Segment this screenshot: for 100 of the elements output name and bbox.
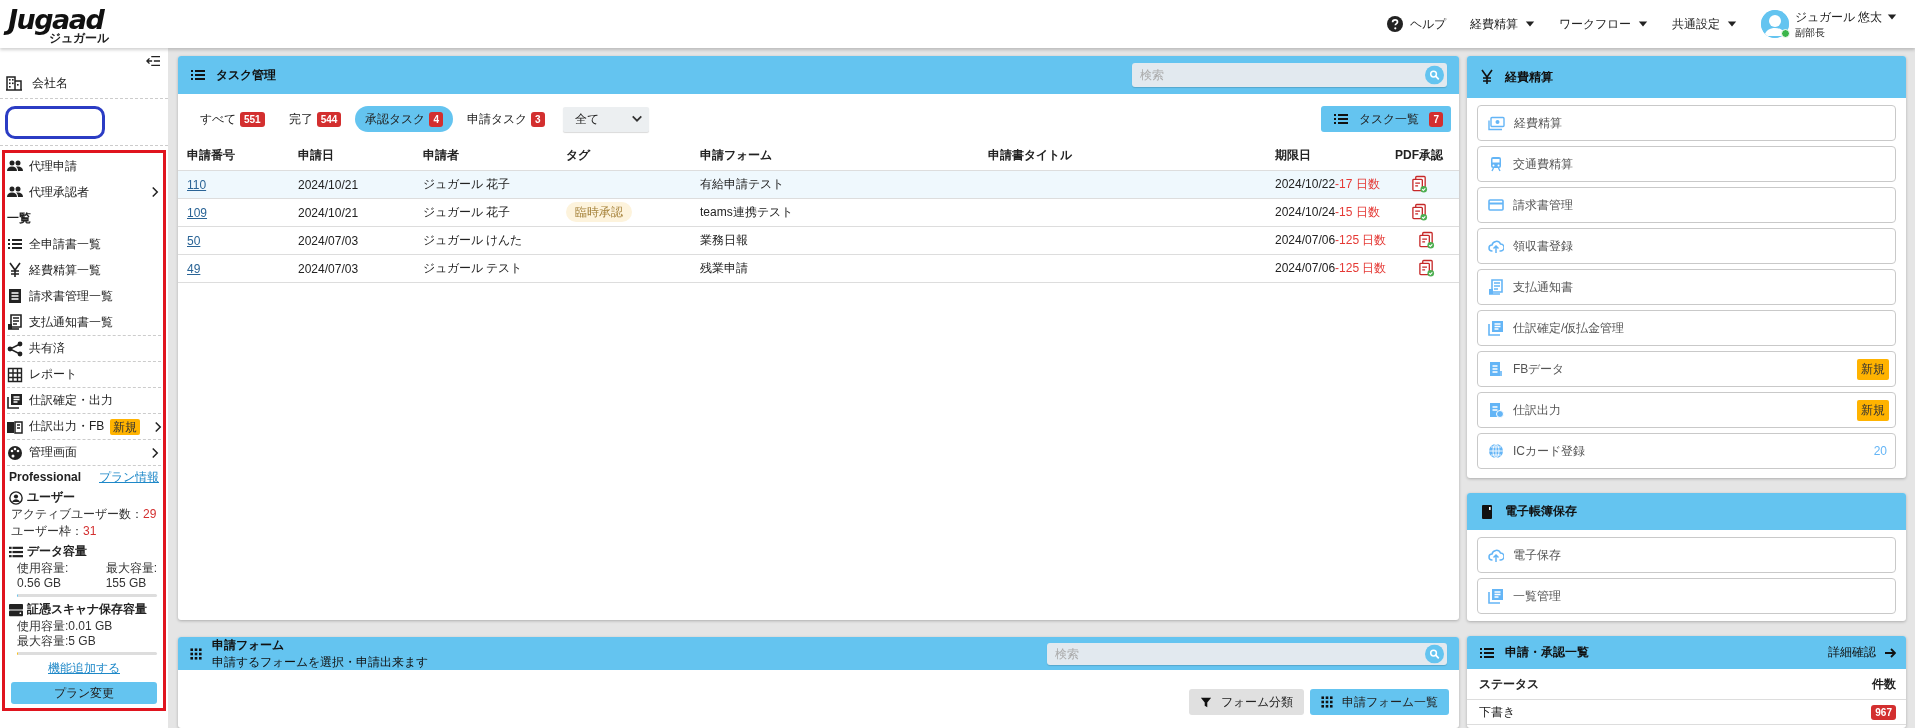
request-number-link[interactable]: 110 — [187, 177, 207, 192]
user-limit-text: ユーザー枠：31 — [10, 524, 98, 539]
new-badge: 新規 — [110, 418, 141, 435]
table-cell-text: teams連携テスト — [700, 204, 794, 221]
status-label: 下書き — [1479, 703, 1515, 721]
storage-title: データ容量 — [27, 544, 87, 559]
company-label: 会社名 — [32, 74, 68, 92]
max-storage-label: 最大容量: — [105, 561, 157, 576]
due-date: 2024/10/24 — [1275, 205, 1336, 219]
column-header: 申請書タイトル — [988, 147, 1073, 164]
sidebar-item[interactable]: 代理申請 — [7, 153, 161, 179]
search-field[interactable]: 検索 — [1132, 63, 1447, 87]
request-number-link[interactable]: 49 — [187, 261, 201, 276]
count-badge: 967 — [1871, 704, 1896, 720]
menu-card[interactable]: 経費精算 — [1477, 105, 1896, 141]
column-header: PDF承認 — [1394, 147, 1444, 164]
table-cell-text: 残業申請 — [700, 260, 749, 277]
column-header: 申請日 — [298, 147, 335, 164]
request-number-link[interactable]: 50 — [187, 233, 201, 248]
request-number-link[interactable]: 109 — [187, 205, 208, 220]
sidebar-item[interactable]: 仕訳確定・出力 — [7, 387, 161, 413]
tag-label: 臨時承認 — [566, 202, 632, 222]
due-date: 2024/10/22 — [1275, 177, 1336, 191]
task-tab[interactable]: 承認タスク 4 — [355, 106, 453, 132]
scanner-max-text: 最大容量:5 GB — [17, 634, 97, 649]
menu-card[interactable]: 一覧管理 — [1477, 578, 1896, 614]
panel-subtitle: 申請するフォームを選択・申請出来ます — [212, 653, 428, 671]
task-row[interactable]: 49 2024/07/03 ジュガール テスト 残業申請 2024/07/06-125 日数 — [178, 255, 1459, 283]
count-badge: 551 — [240, 111, 265, 127]
logo-subtitle: ジュガール — [49, 32, 110, 45]
menu-card[interactable]: ICカード登録 20 — [1477, 433, 1896, 469]
panel-title: 申請フォーム — [212, 637, 285, 654]
plan-name: Professional — [9, 470, 82, 485]
menu-card[interactable]: 交通費精算 — [1477, 146, 1896, 182]
nav-menu-button[interactable]: ワークフロー — [1558, 15, 1648, 33]
table-cell-text: 業務日報 — [700, 232, 749, 249]
column-header: タグ — [566, 147, 592, 164]
column-header: 申請フォーム — [700, 147, 773, 164]
nav-menu-button[interactable]: 経費精算 — [1469, 15, 1535, 33]
column-header: 申請者 — [423, 147, 460, 164]
menu-card[interactable]: FBデータ 新規 — [1477, 351, 1896, 387]
column-header: 申請番号 — [187, 147, 236, 164]
task-tab[interactable]: すべて 551 — [190, 106, 275, 132]
column-header: 期限日 — [1275, 147, 1312, 164]
menu-card[interactable]: 電子保存 — [1477, 537, 1896, 573]
panel-title: タスク管理 — [216, 66, 276, 84]
count-badge: 544 — [316, 111, 342, 127]
plan-info-link[interactable]: プラン情報 — [99, 470, 159, 485]
sidebar-item[interactable]: 仕訳出力・FB 新規 — [7, 413, 161, 439]
task-row[interactable]: 110 2024/10/21 ジュガール 花子 有給申請テスト 2024/10/22-17 日数 — [178, 171, 1459, 199]
users-title: ユーザー — [27, 490, 75, 505]
active-users-text: アクティブユーザー数：29 — [10, 507, 158, 522]
sidebar-item[interactable]: 代理承認者 — [7, 179, 161, 205]
search-field[interactable]: 検索 — [1047, 642, 1447, 665]
primary-button[interactable]: 申請フォーム一覧 — [1310, 689, 1449, 715]
menu-card[interactable]: 支払通知書 — [1477, 269, 1896, 305]
menu-card[interactable]: 仕訳確定/仮払金管理 — [1477, 310, 1896, 346]
sidebar-item[interactable]: 経費精算一覧 — [7, 257, 161, 283]
nav-menu-button[interactable]: 共通設定 — [1671, 15, 1737, 33]
user-menu[interactable]: ジュガール 悠太 副部長 — [1760, 8, 1897, 40]
table-cell-text: 2024/10/21 — [298, 205, 360, 220]
sidebar-item[interactable]: レポート — [7, 361, 161, 387]
count-badge: 7 — [1429, 111, 1443, 127]
sidebar-item[interactable]: 管理画面 — [7, 439, 161, 465]
task-row[interactable]: 109 2024/10/21 ジュガール 花子 臨時承認 teams連携テスト 2024/10/24-15 日数 — [178, 199, 1459, 227]
sidebar-item[interactable]: 共有済 — [7, 335, 161, 361]
menu-card[interactable]: 請求書管理 — [1477, 187, 1896, 223]
count-badge: 4 — [429, 111, 443, 127]
overdue-days: -125 日数 — [1335, 261, 1387, 275]
sidebar-item[interactable]: 請求書管理一覧 — [7, 283, 161, 309]
sidebar-item[interactable]: 支払通知書一覧 — [7, 309, 161, 335]
status-filter-dropdown[interactable]: 全て — [562, 106, 649, 132]
used-storage-value: 0.56 GB — [17, 576, 63, 591]
add-feature-link[interactable]: 機能追加する — [48, 661, 120, 675]
table-cell-text: 有給申請テスト — [700, 176, 785, 193]
task-tab[interactable]: 申請タスク 3 — [456, 106, 555, 132]
section-heading: 一覧 — [7, 209, 32, 227]
help-link[interactable]: ヘルプ — [1386, 15, 1446, 33]
task-row[interactable]: 50 2024/07/03 ジュガール けんた 業務日報 2024/07/06-125 日数 — [178, 227, 1459, 255]
panel-title: 電子帳簿保存 — [1505, 503, 1577, 520]
task-tab[interactable]: 完了 544 — [278, 106, 352, 132]
menu-card[interactable]: 領収書登録 — [1477, 228, 1896, 264]
table-cell-text: ジュガール 花子 — [423, 176, 512, 193]
panel-title: 申請・承認一覧 — [1505, 644, 1589, 661]
column-header: ステータス — [1479, 675, 1539, 693]
max-storage-value: 155 GB — [105, 576, 148, 591]
change-plan-button[interactable]: プラン変更 — [11, 682, 157, 704]
overdue-days: -17 日数 — [1335, 177, 1380, 191]
overdue-days: -15 日数 — [1335, 205, 1380, 219]
sidebar-item[interactable]: 全申請書一覧 — [7, 231, 161, 257]
table-cell-text: ジュガール けんた — [423, 232, 524, 249]
user-name: ジュガール 悠太 — [1794, 8, 1882, 26]
task-list-button[interactable]: タスク一覧 7 — [1321, 106, 1451, 132]
table-cell-text: ジュガール テスト — [423, 260, 524, 277]
details-link[interactable]: 詳細確認 — [1828, 644, 1896, 661]
table-cell-text: 2024/07/03 — [298, 233, 360, 248]
menu-card[interactable]: 仕訳出力 新規 — [1477, 392, 1896, 428]
user-role: 副部長 — [1794, 25, 1826, 40]
count-badge: 3 — [530, 111, 545, 127]
secondary-button[interactable]: フォーム分類 — [1189, 689, 1304, 715]
